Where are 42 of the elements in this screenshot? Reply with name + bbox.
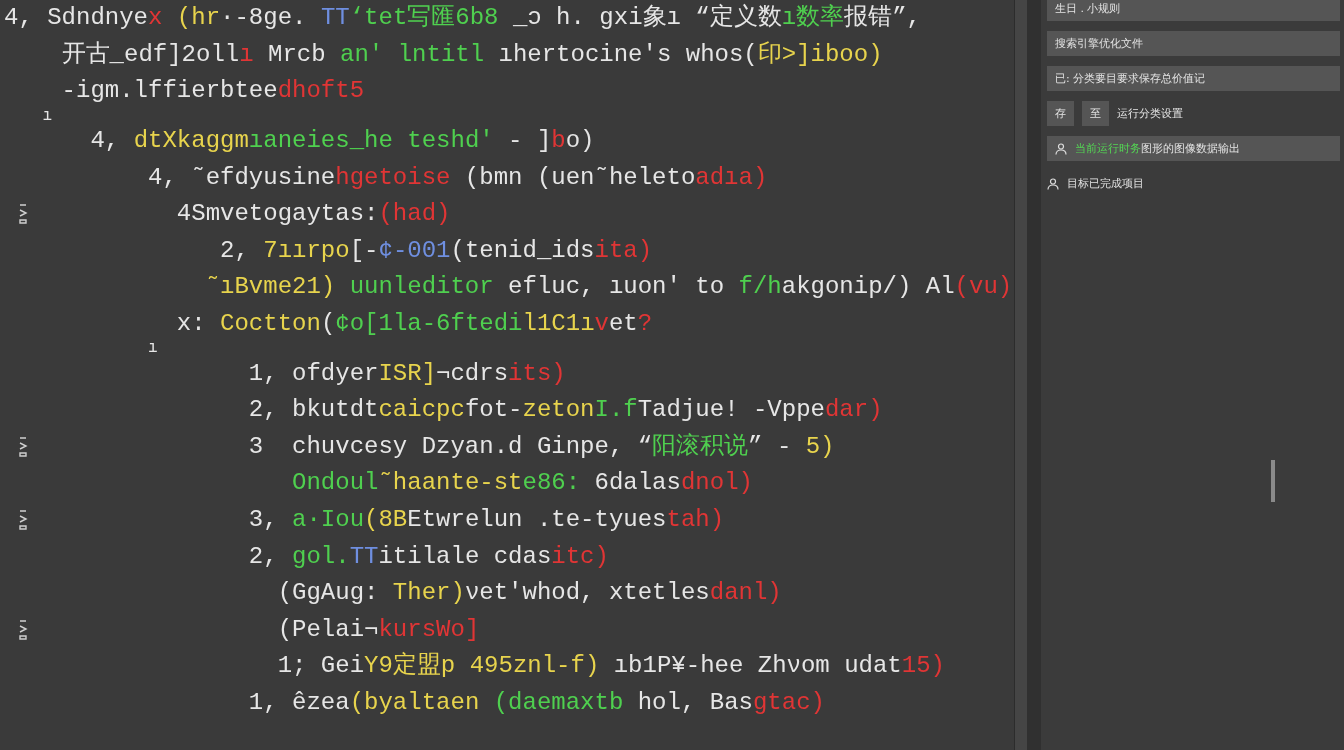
code-line: (GgAug: Ther)νet'whod, xtetlesdanl) (277, 578, 782, 609)
item-label: 已: 分类要目要求保存总价值记 (1055, 71, 1206, 86)
panel-item[interactable]: 当前运行时务图形的图像数据输出 (1047, 136, 1340, 161)
code-line: (Pelai¬kursWo] (277, 614, 480, 645)
panel-item[interactable]: 目标已完成项目 (1047, 171, 1340, 196)
code-line: 3 chuvcesy Dzyan.d Ginpe, “阳滚积说” - 5) (248, 431, 835, 462)
code-line: 4, dtXkaggmıaneies_he teshd' - ]bo) (90, 126, 595, 157)
code-line: ı (148, 342, 158, 356)
code-line: ˜ıBvme21) uunleditor efluc, ıuon' to f/hakgonip/) Al(vu) (205, 272, 1013, 303)
scrollbar-thumb[interactable] (1271, 460, 1275, 502)
code-line: 1, êzea(byaltaen (daemaxtb hol, Basgtac) (248, 688, 825, 718)
code-line: -igm.lffierbteedhoft5 (61, 76, 365, 107)
code-line: x: Coctton(¢o[1la-6ftedil1C1ıvet? (176, 309, 653, 340)
code-line: 1; GeiY9定盟p 495znl-f) ıb1P¥-hee Zhνom udat15) (277, 651, 945, 682)
item-label: 生日 . 小规则 (1055, 1, 1121, 16)
code-line: 1, ofdyerISR]¬cdrsits) (248, 358, 566, 389)
fold-marker-icon[interactable] (18, 509, 28, 531)
code-line: 2, gol.TTitilale cdasitc) (248, 541, 609, 572)
code-line: 开古_edf]2ollı Mrcb an' lntitl ıhertocine's whos(印>]iboo) (61, 39, 883, 70)
fold-marker-icon[interactable] (18, 618, 28, 641)
panel-item[interactable]: 生日 . 小规则 (1047, 0, 1340, 21)
tag: 存 (1047, 101, 1074, 126)
item-label: 图形的图像数据输出 (1141, 141, 1240, 156)
panel-item[interactable]: 存 至 运行分类设置 (1047, 101, 1340, 126)
code-line: 2, bkutdtcaicpcfot-zetonI.fTadjue! -Vppedar) (248, 395, 883, 426)
item-label: 搜索引擎优化文件 (1055, 36, 1143, 51)
code-line: ı (42, 109, 52, 123)
code-line: 4, ˜efdyusinehgetoise (bmn (uen˜heletoadıa) (148, 162, 768, 193)
scrollbar[interactable] (1014, 0, 1027, 750)
fold-marker-icon[interactable] (18, 435, 28, 458)
fold-marker-icon[interactable] (18, 203, 28, 226)
code-line: 4Smvetogaytas:(had) (176, 199, 451, 230)
code-line: 2, 7ıırpo[-¢-001(tenid_idsita) (220, 235, 653, 266)
panel-item[interactable]: 搜索引擎优化文件 (1047, 31, 1340, 56)
code-line: 4, Sdndnyex (hr·-8ge. TT‘tet写匯6b8 _ɔ h. gxi象ı “定义数ı数率报错”, (4, 3, 921, 34)
tag: 至 (1082, 101, 1109, 126)
highlight-text: 当前运行时务 (1075, 141, 1141, 156)
code-line: 3, a·Iou(8BEtwrelun .te-tyuestah) (248, 505, 725, 535)
item-label: 目标已完成项目 (1067, 176, 1144, 191)
panel-item[interactable]: 已: 分类要目要求保存总价值记 (1047, 66, 1340, 91)
item-label: 运行分类设置 (1117, 106, 1183, 121)
code-line: Ondoul˜haante-ste86: 6dalasdnol) (292, 468, 753, 499)
